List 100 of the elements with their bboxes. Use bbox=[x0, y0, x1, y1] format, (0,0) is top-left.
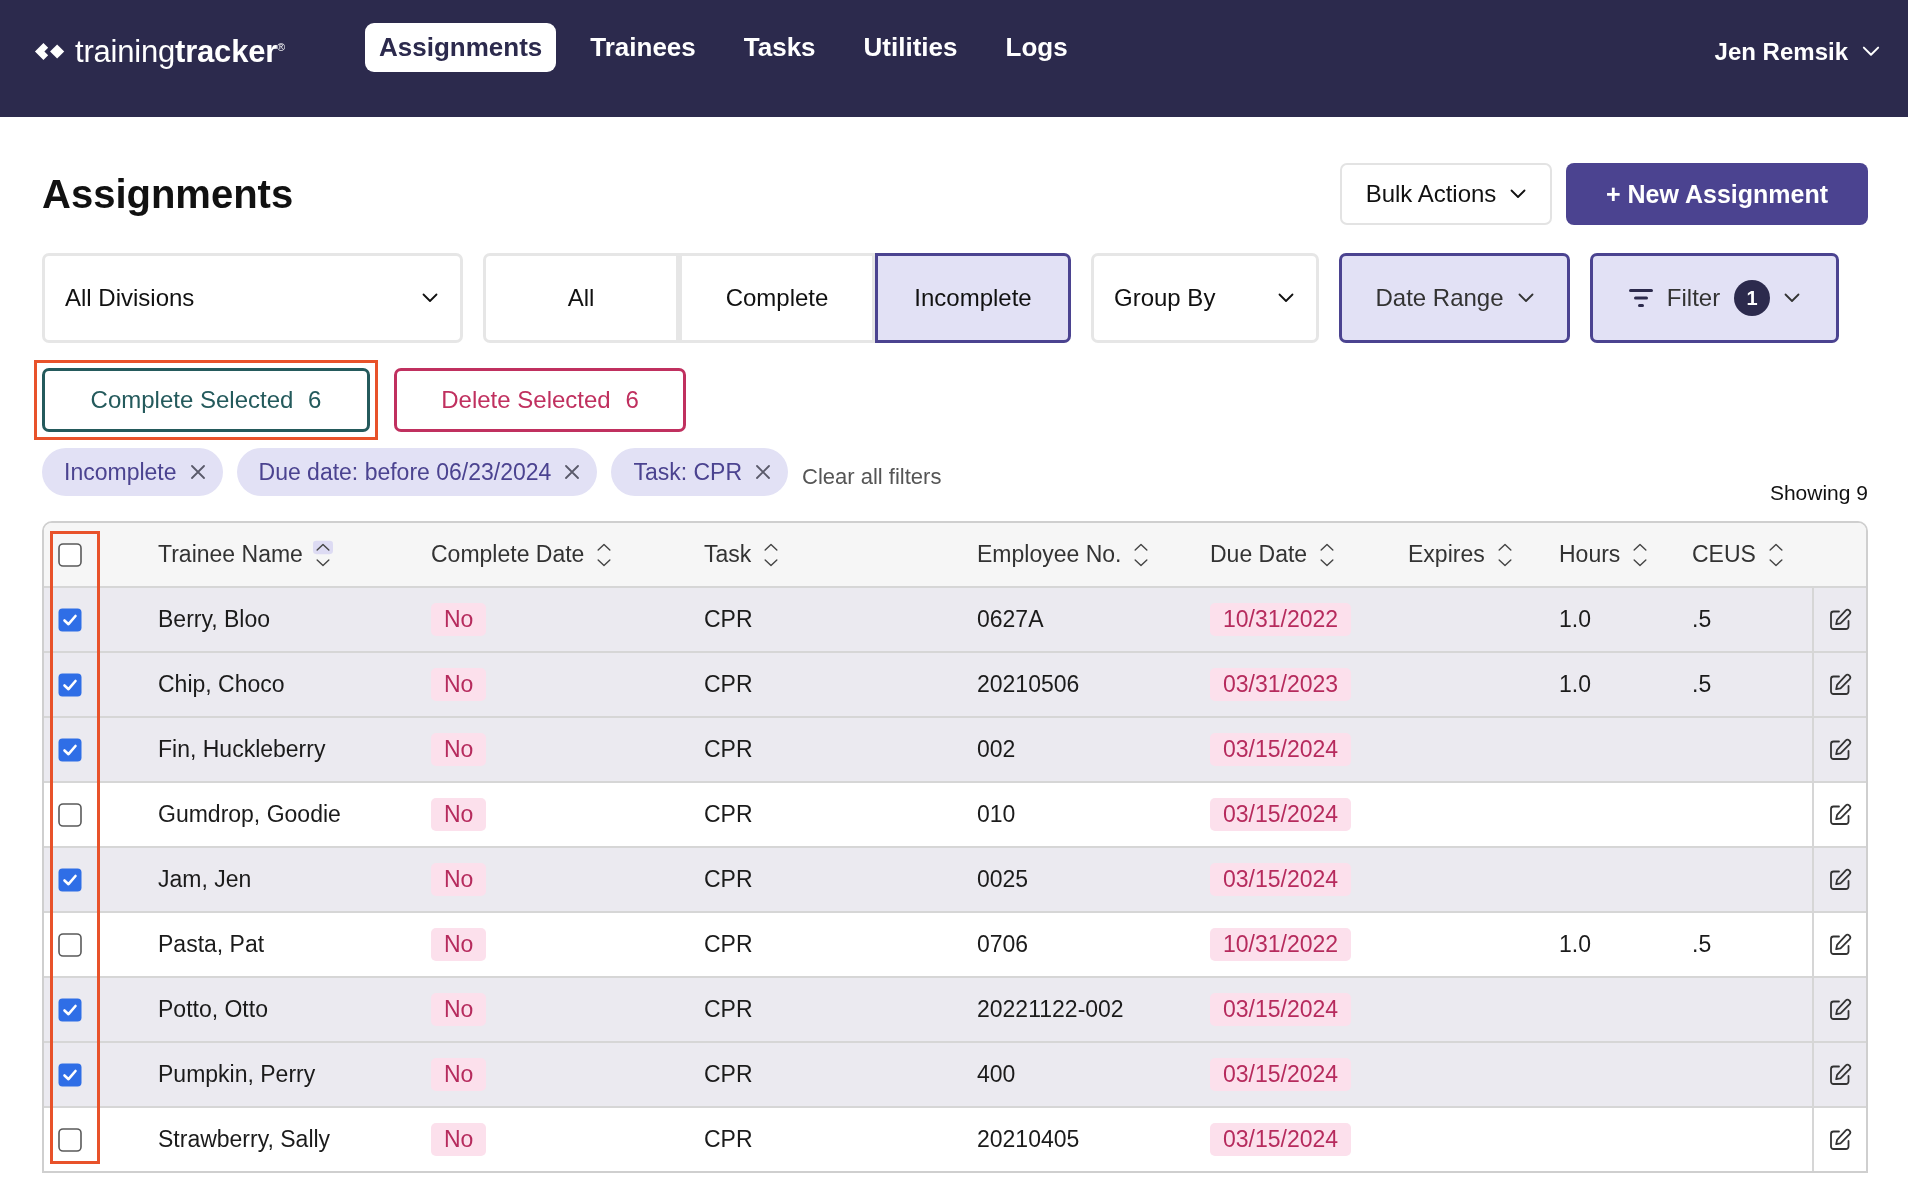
employee-number: 400 bbox=[977, 1061, 1016, 1088]
task-name: CPR bbox=[704, 866, 753, 893]
trainee-name: Gumdrop, Goodie bbox=[158, 801, 341, 828]
nav-tab[interactable]: Tasks bbox=[729, 23, 830, 72]
due-date-badge: 03/15/2024 bbox=[1210, 863, 1352, 896]
checkbox[interactable] bbox=[58, 802, 82, 827]
nav-tab[interactable]: Trainees bbox=[576, 23, 710, 72]
chip-label: Task: CPR bbox=[633, 458, 742, 486]
column-header[interactable]: Trainee Name bbox=[158, 539, 333, 570]
checkbox[interactable] bbox=[58, 1127, 82, 1152]
bulk-actions-dropdown[interactable]: Bulk Actions bbox=[1340, 163, 1552, 225]
edit-icon[interactable] bbox=[1828, 737, 1852, 762]
column-header[interactable]: Due Date bbox=[1210, 539, 1338, 570]
status-badge: No bbox=[431, 668, 487, 701]
column-header[interactable]: Complete Date bbox=[431, 539, 615, 570]
employee-number: 20210405 bbox=[977, 1126, 1080, 1153]
column-header[interactable]: Task bbox=[704, 539, 782, 570]
caret-icon bbox=[1517, 293, 1534, 303]
checkbox[interactable] bbox=[58, 542, 82, 567]
edit-icon[interactable] bbox=[1828, 1127, 1852, 1152]
trainee-name: Berry, Bloo bbox=[158, 606, 271, 633]
column-header[interactable]: Employee No. bbox=[977, 539, 1152, 570]
checkbox[interactable] bbox=[58, 672, 82, 697]
checkbox[interactable] bbox=[58, 997, 82, 1022]
checkbox[interactable] bbox=[58, 932, 82, 957]
clear-filters-link[interactable]: Clear all filters bbox=[802, 463, 942, 490]
count-badge: 1 bbox=[1734, 280, 1771, 316]
hours-value: 1.0 bbox=[1559, 606, 1591, 633]
due-date-badge: 03/15/2024 bbox=[1210, 1058, 1352, 1091]
edit-icon[interactable] bbox=[1828, 997, 1852, 1022]
edit-icon[interactable] bbox=[1828, 802, 1852, 827]
status-badge: No bbox=[431, 1058, 487, 1091]
trainee-name: Chip, Choco bbox=[158, 671, 285, 698]
due-date-badge: 10/31/2022 bbox=[1210, 603, 1352, 636]
close-icon[interactable] bbox=[756, 465, 770, 479]
status-badge: No bbox=[431, 1123, 487, 1156]
status-tab[interactable]: All bbox=[483, 253, 679, 343]
checkbox[interactable] bbox=[58, 737, 82, 762]
user-menu[interactable]: Jen Remsik bbox=[1714, 23, 1880, 72]
filter-icon bbox=[1628, 289, 1653, 307]
column-header[interactable]: CEUS bbox=[1692, 539, 1786, 570]
edit-icon[interactable] bbox=[1828, 607, 1852, 632]
trainee-name: Strawberry, Sally bbox=[158, 1126, 331, 1153]
page-title: Assignments bbox=[42, 171, 294, 217]
employee-number: 20210506 bbox=[977, 671, 1080, 698]
trainee-name: Fin, Huckleberry bbox=[158, 736, 326, 763]
employee-number: 0627A bbox=[977, 606, 1044, 633]
chip-label: Due date: before 06/23/2024 bbox=[258, 458, 552, 486]
task-name: CPR bbox=[704, 801, 753, 828]
close-icon[interactable] bbox=[565, 465, 580, 479]
due-date-badge: 10/31/2022 bbox=[1210, 928, 1352, 961]
close-icon[interactable] bbox=[190, 465, 205, 479]
checkbox[interactable] bbox=[58, 1062, 82, 1087]
status-tab[interactable]: Incomplete bbox=[875, 253, 1071, 343]
task-name: CPR bbox=[704, 606, 753, 633]
employee-number: 20221122-002 bbox=[977, 996, 1124, 1023]
task-name: CPR bbox=[704, 671, 753, 698]
task-name: CPR bbox=[704, 1061, 753, 1088]
division-select[interactable]: All Divisions bbox=[42, 253, 463, 343]
nav-tab[interactable]: Assignments bbox=[365, 23, 557, 72]
filter-dropdown[interactable]: Filter 1 bbox=[1590, 253, 1839, 343]
group-by-dropdown[interactable]: Group By bbox=[1091, 253, 1319, 343]
task-name: CPR bbox=[704, 996, 753, 1023]
caret-icon bbox=[422, 293, 438, 303]
column-header[interactable]: Hours bbox=[1559, 539, 1651, 570]
due-date-badge: 03/15/2024 bbox=[1210, 798, 1352, 831]
date-range-dropdown[interactable]: Date Range bbox=[1339, 253, 1570, 343]
new-assignment-button[interactable]: + New Assignment bbox=[1566, 163, 1868, 225]
status-tab[interactable]: Complete bbox=[679, 253, 875, 343]
ceus-value: .5 bbox=[1692, 931, 1712, 958]
employee-number: 0025 bbox=[977, 866, 1029, 893]
trainee-name: Jam, Jen bbox=[158, 866, 252, 893]
status-badge: No bbox=[431, 733, 487, 766]
chip-label: Incomplete bbox=[64, 458, 177, 486]
caret-icon bbox=[1510, 189, 1527, 199]
trainee-name: Pumpkin, Perry bbox=[158, 1061, 316, 1088]
employee-number: 002 bbox=[977, 736, 1016, 763]
caret-icon bbox=[1784, 293, 1801, 303]
due-date-badge: 03/15/2024 bbox=[1210, 1123, 1352, 1156]
edit-icon[interactable] bbox=[1828, 672, 1852, 697]
task-name: CPR bbox=[704, 931, 753, 958]
nav-tab[interactable]: Logs bbox=[991, 23, 1082, 72]
logo-text: trainingtracker$^{®}$ bbox=[75, 33, 285, 70]
employee-number: 0706 bbox=[977, 931, 1029, 958]
task-name: CPR bbox=[704, 736, 753, 763]
trainee-name: Potto, Otto bbox=[158, 996, 268, 1023]
edit-icon[interactable] bbox=[1828, 932, 1852, 957]
due-date-badge: 03/31/2023 bbox=[1210, 668, 1352, 701]
complete-selected-button[interactable]: Complete Selected 6 bbox=[42, 368, 370, 432]
nav-tab[interactable]: Utilities bbox=[849, 23, 972, 72]
checkbox[interactable] bbox=[58, 607, 82, 632]
delete-selected-button[interactable]: Delete Selected 6 bbox=[394, 368, 686, 432]
status-badge: No bbox=[431, 993, 487, 1026]
status-badge: No bbox=[431, 798, 487, 831]
edit-icon[interactable] bbox=[1828, 1062, 1852, 1087]
column-header[interactable]: Expires bbox=[1408, 539, 1515, 570]
edit-icon[interactable] bbox=[1828, 867, 1852, 892]
hours-value: 1.0 bbox=[1559, 671, 1591, 698]
status-badge: No bbox=[431, 928, 487, 961]
checkbox[interactable] bbox=[58, 867, 82, 892]
